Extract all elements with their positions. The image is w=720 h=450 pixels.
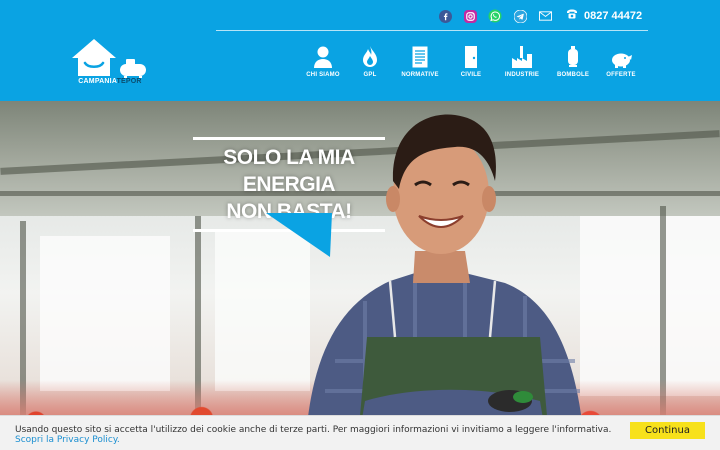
- logo-wordmark: CAMPANIATEPOR: [70, 78, 150, 85]
- nav-bombole[interactable]: BOMBOLE: [548, 44, 598, 78]
- nav-label: CIVILE: [460, 72, 482, 78]
- nav-chi-siamo[interactable]: CHI SIAMO: [300, 44, 346, 78]
- privacy-policy-link[interactable]: Scopri la Privacy Policy.: [15, 435, 120, 445]
- site-header: 0827 44472 CAMPANIATEPOR CHI SIAMO GPL N…: [0, 0, 720, 101]
- logo-text-campania: CAMPANIA: [78, 78, 117, 85]
- phone-icon: [566, 9, 578, 22]
- nav-offerte[interactable]: OFFERTE: [598, 44, 644, 78]
- nav-label: OFFERTE: [606, 72, 636, 78]
- cookie-text: Usando questo sito si accetta l'utilizzo…: [15, 425, 612, 435]
- piggy-bank-icon: [610, 44, 632, 68]
- hero-banner: SOLO LA MIA ENERGIA NON BASTA!: [0, 101, 720, 450]
- nav-label: NORMATIVE: [401, 72, 439, 78]
- door-icon: [465, 44, 477, 68]
- nav-civile[interactable]: CIVILE: [446, 44, 496, 78]
- greenhouse-window: [580, 216, 720, 396]
- nav-label: BOMBOLE: [556, 72, 590, 78]
- nav-gpl[interactable]: GPL: [346, 44, 394, 78]
- nav-label: CHI SIAMO: [306, 72, 340, 78]
- phone-contact[interactable]: 0827 44472: [566, 9, 642, 22]
- house-logo-icon: [72, 39, 146, 78]
- campania-tepor-logo[interactable]: CAMPANIATEPOR: [70, 36, 150, 90]
- nav-label: INDUSTRIE: [504, 72, 540, 78]
- email-icon[interactable]: [537, 8, 553, 24]
- smiling-man-photo: [305, 114, 585, 450]
- social-links: [437, 8, 553, 24]
- flame-icon: [363, 44, 377, 68]
- cookie-banner: Usando questo sito si accetta l'utilizzo…: [0, 415, 720, 450]
- facebook-icon[interactable]: [437, 8, 453, 24]
- cookie-accept-button[interactable]: Continua: [630, 422, 705, 439]
- cookie-message: Usando questo sito si accetta l'utilizzo…: [15, 425, 625, 445]
- header-divider: [216, 30, 648, 31]
- greenhouse-window: [40, 236, 170, 391]
- nav-normative[interactable]: NORMATIVE: [394, 44, 446, 78]
- instagram-icon[interactable]: [462, 8, 478, 24]
- telegram-icon[interactable]: [512, 8, 528, 24]
- logo-text-tepor: TEPOR: [116, 78, 142, 85]
- document-icon: [412, 44, 428, 68]
- factory-icon: [512, 44, 532, 68]
- nav-industrie[interactable]: INDUSTRIE: [496, 44, 548, 78]
- main-nav: CHI SIAMO GPL NORMATIVE CIVILE INDUSTRIE: [300, 44, 644, 78]
- phone-number: 0827 44472: [584, 9, 643, 22]
- gas-cylinder-icon: [568, 44, 578, 68]
- whatsapp-icon[interactable]: [487, 8, 503, 24]
- person-icon: [314, 44, 332, 68]
- nav-label: GPL: [363, 72, 377, 78]
